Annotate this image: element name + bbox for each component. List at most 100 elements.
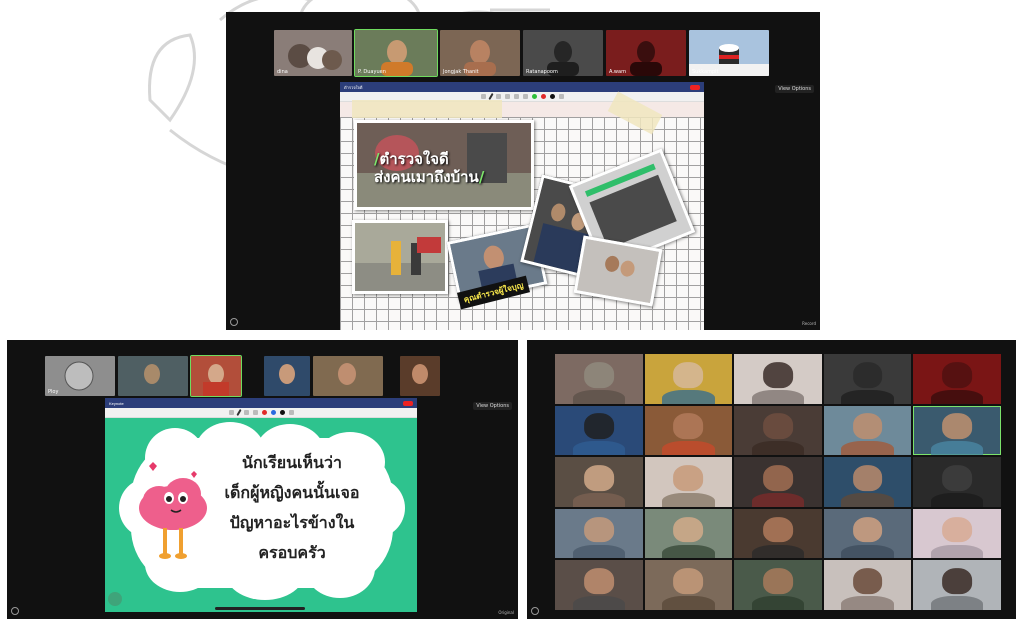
gallery-participant-tile[interactable] [734,405,822,456]
blue-color-icon[interactable] [270,410,276,415]
participant-tile[interactable]: Jongjak Thanit [440,30,520,76]
participant-face-icon [583,568,614,595]
gallery-participant-tile[interactable] [913,354,1001,404]
participant-tile[interactable] [400,356,440,396]
more-icon[interactable] [558,94,564,99]
chat-icon[interactable] [230,318,238,326]
undo-icon[interactable] [480,94,486,99]
gallery-participant-tile[interactable] [823,405,912,456]
view-options-button[interactable]: View Options [775,85,814,93]
shape-icon[interactable] [513,94,519,99]
participant-body-icon [841,544,894,559]
road-photo-icon [355,223,445,291]
person-avatar-icon [144,364,160,384]
pen-icon[interactable] [235,408,242,417]
gallery-participant-tile[interactable] [555,457,643,507]
stop-share-icon[interactable] [403,400,413,406]
pen-icon[interactable] [487,92,494,101]
gallery-participant-tile[interactable] [734,354,822,404]
highlighter-icon[interactable] [243,410,249,415]
participant-face-icon [852,361,883,388]
shared-screen: ตำรวจใจดี /ตำรวจใจดี ส่งคนเมาถึงบ้าน/ คุ… [340,82,704,330]
participant-body-icon [751,441,805,456]
undo-icon[interactable] [228,410,234,415]
participant-name: Ploy [48,389,59,395]
highlighter-icon[interactable] [495,94,501,99]
gallery-participant-tile[interactable] [644,405,733,456]
chat-icon[interactable] [11,607,19,615]
more-icon[interactable] [288,410,294,415]
gallery-participant-tile[interactable] [823,560,912,610]
eraser-icon[interactable] [252,410,258,415]
gallery-participant-tile[interactable] [555,405,643,456]
gallery-participant-tile[interactable] [913,508,1001,559]
person-avatar-icon [279,364,295,384]
red-color-icon[interactable] [261,410,267,415]
chat-icon[interactable] [531,607,539,615]
zoom-window-keynote: Ploy View Options Keynote นักเรียนเห็นว่… [7,340,518,619]
participant-body-icon [930,441,984,456]
red-color-icon[interactable] [540,94,546,99]
participant-tile[interactable] [118,356,188,396]
gallery-participant-tile[interactable] [644,508,733,559]
green-color-icon[interactable] [531,94,537,99]
slide-question: นักเรียนเห็นว่า เด็กผู้หญิงคนนั้นเจอ ปัญ… [105,418,417,612]
gallery-participant-tile[interactable] [734,508,822,559]
pink-cloud-character-icon [139,462,207,559]
annotation-toolbar [105,408,417,418]
gallery-participant-tile[interactable] [823,508,912,559]
participant-body-icon [751,544,805,559]
participant-tile[interactable]: Ratanapoom [523,30,603,76]
question-line-4: ครอบครัว [258,543,326,562]
participant-strip: dina P. Duayuen Jongjak Thanit Ratanapoo… [274,29,769,77]
gallery-participant-tile[interactable] [913,560,1001,610]
gallery-participant-tile[interactable] [823,354,912,404]
participant-body-icon [930,544,984,559]
participant-body-icon [930,389,984,404]
participant-tile[interactable] [264,356,310,396]
gallery-participant-tile[interactable] [555,354,643,404]
participant-tile[interactable] [190,355,242,397]
gallery-participant-tile[interactable] [734,560,822,610]
black-color-icon[interactable] [279,410,285,415]
participant-face-icon [852,516,883,543]
participant-face-icon [942,465,973,491]
participant-body-icon [662,389,715,404]
gallery-participant-tile[interactable] [823,457,912,507]
slide-question-text: นักเรียนเห็นว่า เด็กผู้หญิงคนนั้นเจอ ปัญ… [217,448,367,568]
gallery-participant-tile[interactable] [644,560,733,610]
participant-tile[interactable]: P. Duayuen [354,29,438,77]
participant-body-icon [841,389,894,404]
lasso-icon[interactable] [522,94,528,99]
question-line-3: ปัญหาอะไรข้างใน [229,513,355,532]
gallery-participant-tile[interactable] [644,457,733,507]
view-options-button[interactable]: View Options [473,402,512,410]
participant-body-icon [662,544,715,559]
participant-tile[interactable]: Sukkampit [689,30,769,76]
participant-face-icon [763,361,793,388]
photo-road [352,220,448,294]
participant-body-icon [841,441,894,456]
stop-share-icon[interactable] [690,84,700,90]
gallery-participant-tile[interactable] [555,508,643,559]
original-label: Original [498,610,514,615]
home-icon[interactable] [108,592,122,606]
eraser-icon[interactable] [504,94,510,99]
participant-face-icon [763,516,793,543]
gallery-participant-tile[interactable] [644,354,733,404]
gallery-participant-tile[interactable] [913,405,1001,456]
black-color-icon[interactable] [549,94,555,99]
gallery-participant-tile[interactable] [913,457,1001,507]
participant-tile[interactable] [313,356,383,396]
share-title: Keynote [109,400,124,406]
participant-face-icon [583,465,614,491]
participant-body-icon [751,389,805,404]
participant-tile[interactable]: dina [274,30,352,76]
gallery-participant-tile[interactable] [555,560,643,610]
participant-tile[interactable]: Ploy [45,356,115,396]
participant-tile[interactable]: A.warn [606,30,686,76]
participant-face-icon [942,516,973,543]
share-titlebar: ตำรวจใจดี [340,82,704,92]
gallery-grid [555,354,1001,610]
gallery-participant-tile[interactable] [734,457,822,507]
